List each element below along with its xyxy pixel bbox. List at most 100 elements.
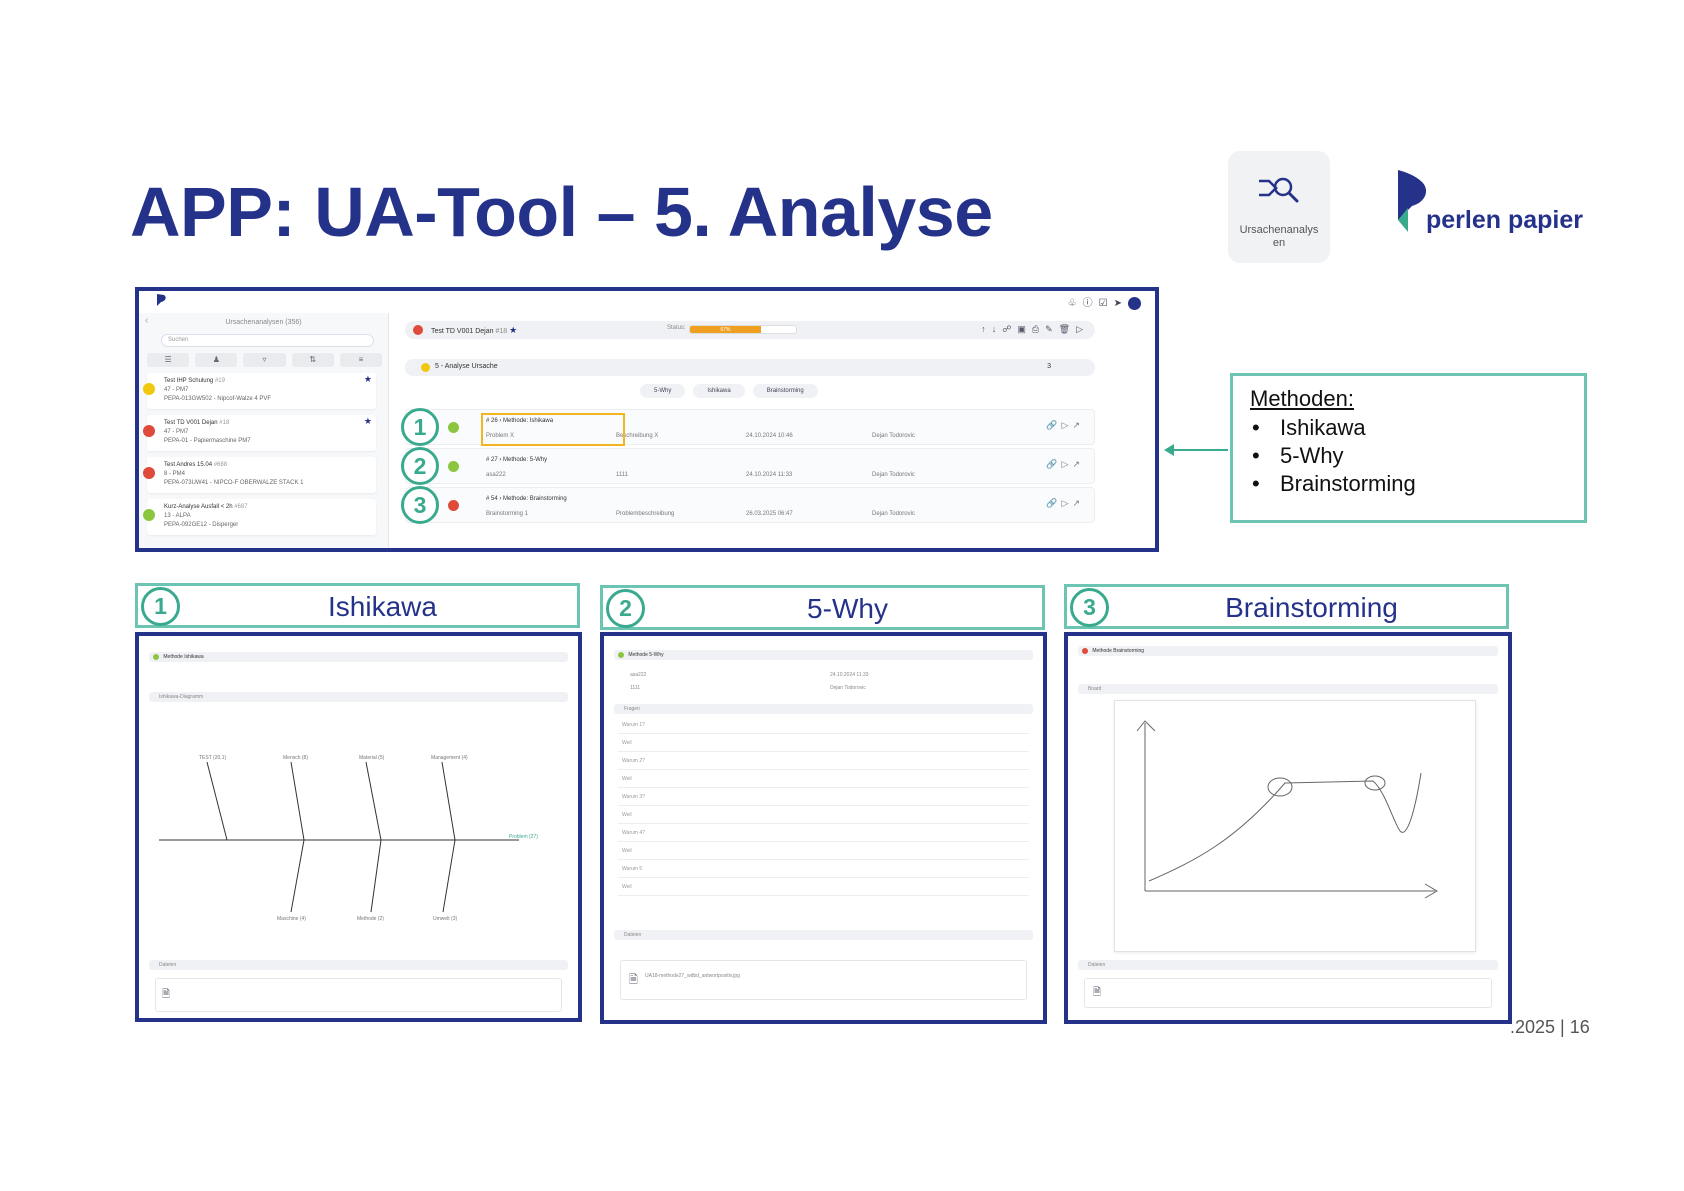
back-icon[interactable]: ‹ — [145, 315, 148, 326]
ishikawa-files-label: Dateien — [159, 962, 177, 968]
section-number: 2 — [606, 589, 645, 628]
file-icon: 🗎 — [162, 989, 171, 1000]
app-icon-tile[interactable]: Ursachenanalys en — [1228, 151, 1330, 263]
tab-ishikawa[interactable]: Ishikawa — [693, 384, 745, 398]
why-row[interactable]: Weil — [618, 848, 1029, 860]
drawing-canvas[interactable] — [1114, 700, 1476, 952]
status-dot — [143, 425, 155, 437]
why-row[interactable]: Warum 2? — [618, 758, 1029, 770]
case-item-title: Kurz-Analyse Ausfall < 2h #687 — [164, 504, 248, 510]
tab-brainstorming[interactable]: Brainstorming — [752, 384, 818, 398]
method-user: Dejan Todorovic — [872, 511, 915, 517]
file-icon: 🗎 — [629, 974, 638, 986]
info-icon[interactable]: ⓘ — [1083, 298, 1099, 309]
case-item-area: 47 - PM7 — [164, 387, 189, 393]
ishikawa-screenshot: Methode Ishikawa Ishikawa-Diagramm TEST … — [135, 632, 582, 1022]
section-number: 1 — [141, 587, 180, 626]
ishikawa-header-title: Methode Ishikawa — [163, 654, 204, 660]
why-row[interactable]: Warum 5 — [618, 866, 1029, 878]
case-list-item[interactable]: ★ Test IHP Schulung #19 47 - PM7 PEPA-013GW… — [143, 373, 376, 409]
method-status-dot — [448, 500, 459, 511]
section-header[interactable]: 5 - Analyse Ursache 3 — [405, 359, 1095, 376]
brain-files-bar: Dateien — [1078, 960, 1498, 970]
why-user: Dejan Todorovic — [830, 685, 866, 691]
section-title: 5 - Analyse Ursache — [435, 363, 498, 370]
progress-fill: 67% — [690, 326, 762, 333]
why-row[interactable]: Warum 4? — [618, 830, 1029, 842]
case-action-icons[interactable]: ↑↓☍▣⎙✎🗑▷ — [981, 324, 1089, 335]
ishikawa-file-card[interactable]: 🗎 — [155, 978, 562, 1012]
case-item-asset: PEPA-073UW41 - NIPCO-F OBERWALZE STACK 1 — [164, 480, 304, 486]
fishbone-diagram: TEST (20.1) Mensch (8) Material (5) Mana… — [159, 755, 538, 922]
file-icon: 🗎 — [1093, 987, 1102, 998]
why-problem: asa222 — [630, 672, 647, 678]
methoden-item: 5-Why — [1250, 442, 1567, 470]
tab-5-why[interactable]: 5-Why — [640, 384, 686, 398]
why-row[interactable]: Weil — [618, 776, 1029, 788]
app-logo-icon — [157, 294, 166, 306]
sort-icon[interactable]: ⇅ — [291, 353, 334, 367]
method-status-dot — [448, 422, 459, 433]
why-row[interactable]: Weil — [618, 740, 1029, 752]
brainstorming-screenshot: Methode Brainstorming Board Dateien 🗎 — [1064, 632, 1512, 1024]
why-row[interactable]: Warum 1? — [618, 722, 1029, 734]
avatar[interactable] — [1128, 296, 1141, 310]
method-row[interactable]: # 27 › Methode: 5-Why asa222 1111 24.10.202… — [405, 448, 1095, 484]
case-list-item[interactable]: Kurz-Analyse Ausfall < 2h #687 13 - ALPA P… — [143, 499, 376, 535]
status-label: Status: — [667, 325, 686, 331]
star-icon[interactable]: ★ — [364, 375, 372, 384]
case-list-item[interactable]: Test Andres 15.04 #688 8 - PM4 PEPA-073UW4… — [143, 457, 376, 493]
search-input[interactable]: Suchen — [161, 334, 374, 347]
why-header: Methode 5-Why — [614, 650, 1033, 660]
methoden-item: Brainstorming — [1250, 470, 1567, 498]
send-icon[interactable]: ➤ — [1114, 298, 1128, 309]
case-detail-panel: Test TD V001 Dejan #18 ★ Status: 67% ↑↓☍… — [395, 313, 1155, 548]
star-icon[interactable]: ★ — [509, 325, 517, 335]
brain-section-bar: Board — [1078, 684, 1498, 694]
perlen-papier-logo: perlen papier — [1392, 168, 1600, 234]
why-section-bar: Fragen — [614, 704, 1033, 714]
cause-label: Management (4) — [431, 755, 468, 761]
method-status-dot — [448, 461, 459, 472]
why-row[interactable]: Weil — [618, 884, 1029, 896]
method-problem: asa222 — [486, 472, 506, 478]
why-row[interactable]: Warum 3? — [618, 794, 1029, 806]
method-date: 24.10.2024 11:33 — [746, 472, 793, 478]
section-count: 3 — [1047, 363, 1051, 370]
cause-label: Mensch (8) — [283, 755, 308, 761]
case-item-area: 47 - PM7 — [164, 429, 189, 435]
brain-file-card[interactable]: 🗎 — [1084, 978, 1492, 1008]
why-row[interactable]: Weil — [618, 812, 1029, 824]
case-header[interactable]: Test TD V001 Dejan #18 ★ Status: 67% ↑↓☍… — [405, 321, 1095, 339]
method-action-icons[interactable]: 🔗▷↗ — [1046, 498, 1084, 509]
method-row[interactable]: # 26 › Methode: Ishikawa Problem X Beschre… — [405, 409, 1095, 446]
case-id: #18 — [495, 328, 508, 335]
filter-icon[interactable]: ▿ — [243, 353, 286, 367]
why-files-label: Dateien — [624, 932, 642, 938]
brain-header: Methode Brainstorming — [1078, 646, 1498, 656]
brain-header-title: Methode Brainstorming — [1092, 648, 1145, 654]
method-tabs: 5-Why Ishikawa Brainstorming — [640, 384, 818, 398]
pointer-arrow — [1164, 444, 1228, 456]
group-icon[interactable]: ≡ — [339, 353, 383, 367]
method-date: 24.10.2024 10:46 — [746, 433, 793, 439]
star-icon[interactable]: ★ — [364, 417, 372, 426]
case-list-item[interactable]: ★ Test TD V001 Dejan #18 47 - PM7 PEPA-01 -… — [143, 415, 376, 451]
ishikawa-header: Methode Ishikawa — [149, 652, 568, 662]
method-action-icons[interactable]: 🔗▷↗ — [1046, 420, 1084, 431]
why-file-card[interactable]: 🗎 UA18-methode27_wdbd_antwortpositiv.jpg — [620, 960, 1027, 1000]
method-row[interactable]: # 54 › Methode: Brainstorming Brainstormi… — [405, 487, 1095, 523]
methoden-item: Ishikawa — [1250, 414, 1567, 442]
method-action-icons[interactable]: 🔗▷↗ — [1046, 459, 1084, 470]
brain-files-label: Dateien — [1088, 962, 1106, 968]
method-number-badge: 3 — [401, 486, 439, 524]
list-view-icon[interactable]: ☰ — [147, 353, 190, 367]
section-label: Brainstorming — [1225, 592, 1398, 623]
section-title-ishikawa: 1 Ishikawa — [135, 583, 580, 628]
bell-icon[interactable]: ♧ — [1068, 298, 1083, 309]
case-item-title: Test TD V001 Dejan #18 — [164, 420, 230, 426]
tasks-icon[interactable]: ☑ — [1099, 298, 1114, 309]
methoden-box: Methoden: Ishikawa 5-Why Brainstorming — [1230, 373, 1587, 523]
method-number-badge: 1 — [401, 408, 439, 446]
user-filter-icon[interactable]: ♟ — [195, 353, 238, 367]
